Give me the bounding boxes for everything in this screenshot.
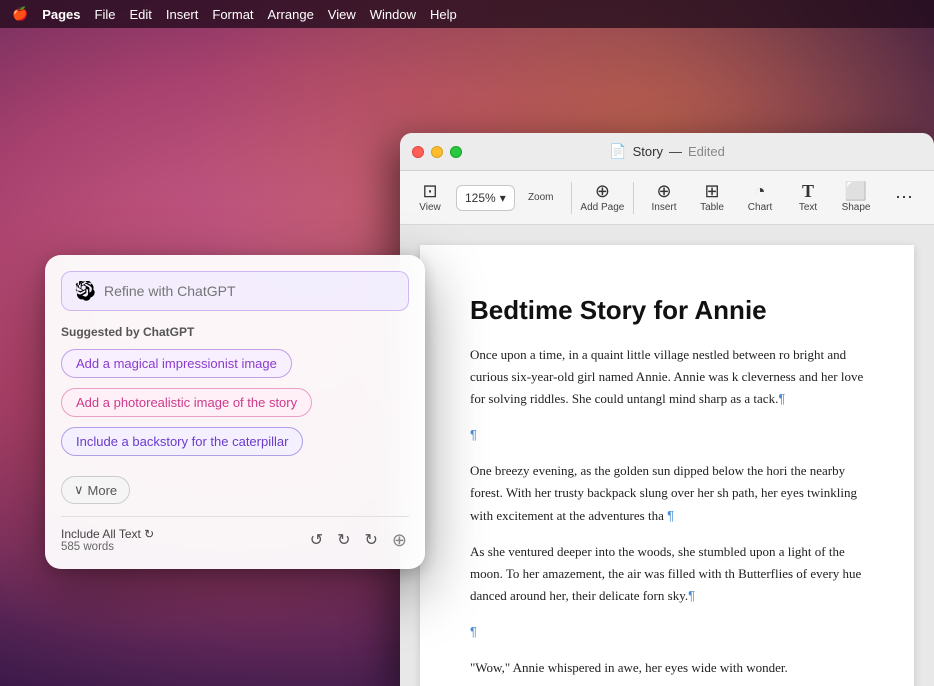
- table-icon: ⊞: [704, 182, 719, 200]
- window-titlebar: 📄 Story — Edited: [400, 133, 934, 171]
- zoom-control[interactable]: 125% ▾: [456, 185, 515, 211]
- undo-button[interactable]: ↺: [308, 528, 325, 552]
- panel-footer: Include All Text ↻ 585 words ↺ ↻ ↻ ⊕: [61, 516, 409, 553]
- text-label: Text: [799, 202, 817, 213]
- suggested-label: Suggested by ChatGPT: [61, 325, 409, 339]
- shape-icon: ⬜: [845, 182, 867, 200]
- apple-menu[interactable]: 🍎: [12, 6, 28, 22]
- footer-actions: ↺ ↻ ↻ ⊕: [308, 528, 409, 553]
- document-main-title: Bedtime Story for Annie: [470, 295, 864, 326]
- include-text-label: Include All Text ↻: [61, 527, 154, 541]
- document-title: Story: [633, 144, 663, 159]
- suggestion-photorealistic[interactable]: Add a photorealistic image of the story: [61, 388, 312, 417]
- more-label: More: [88, 483, 118, 498]
- toolbar-separator-2: [633, 182, 634, 214]
- window-title: 📄 Story — Edited: [609, 143, 725, 160]
- paragraph-break-2: ¶: [470, 621, 864, 643]
- view-icon: ⊡: [422, 182, 437, 200]
- footer-info: Include All Text ↻ 585 words: [61, 527, 154, 553]
- toolbar-view[interactable]: ⊡ View: [408, 178, 452, 217]
- zoom-chevron-icon: ▾: [500, 191, 506, 205]
- insert-icon: ⊕: [656, 182, 671, 200]
- menubar-view[interactable]: View: [328, 7, 356, 22]
- document-icon: 📄: [609, 143, 626, 160]
- add-page-label: Add Page: [580, 202, 624, 213]
- menubar-format[interactable]: Format: [212, 7, 253, 22]
- menubar-pages[interactable]: Pages: [42, 7, 80, 22]
- paragraph-3: As she ventured deeper into the woods, s…: [470, 541, 864, 607]
- chart-icon: ◔: [755, 182, 766, 200]
- document-content: Bedtime Story for Annie Once upon a time…: [400, 225, 934, 686]
- word-count: 585 words: [61, 541, 154, 553]
- toolbar-zoom-label: Zoom: [519, 188, 563, 207]
- menubar-edit[interactable]: Edit: [129, 7, 151, 22]
- edited-label: Edited: [688, 144, 725, 159]
- shape-label: Shape: [842, 202, 871, 213]
- toolbar-shape[interactable]: ⬜ Shape: [834, 178, 878, 217]
- toolbar-add-page[interactable]: ⊕ Add Page: [579, 178, 625, 217]
- table-label: Table: [700, 202, 724, 213]
- toolbar-separator-1: [571, 182, 572, 214]
- view-label: View: [419, 202, 441, 213]
- toolbar-insert[interactable]: ⊕ Insert: [642, 178, 686, 217]
- chatgpt-refine-input[interactable]: [104, 283, 396, 299]
- traffic-lights: [412, 146, 462, 158]
- toolbar-more[interactable]: ⋯: [882, 184, 926, 212]
- suggestion-magical-image[interactable]: Add a magical impressionist image: [61, 349, 292, 378]
- menubar-help[interactable]: Help: [430, 7, 457, 22]
- pages-window: 📄 Story — Edited ⊡ View 125% ▾ Zoom ⊕ Ad…: [400, 133, 934, 686]
- title-separator: —: [669, 144, 682, 159]
- menubar-file[interactable]: File: [95, 7, 116, 22]
- document-page: Bedtime Story for Annie Once upon a time…: [420, 245, 914, 686]
- menubar-window[interactable]: Window: [370, 7, 416, 22]
- redo-button[interactable]: ↻: [335, 528, 352, 552]
- toolbar-chart[interactable]: ◔ Chart: [738, 178, 782, 217]
- menubar-insert[interactable]: Insert: [166, 7, 199, 22]
- toolbar-text[interactable]: T Text: [786, 178, 830, 217]
- paragraph-break-1: ¶: [470, 424, 864, 446]
- chevron-down-icon: ∨: [74, 482, 84, 498]
- paragraph-2: One breezy evening, as the golden sun di…: [470, 460, 864, 526]
- refresh-button[interactable]: ↻: [363, 528, 380, 552]
- include-all-text[interactable]: Include All Text ↻: [61, 527, 154, 541]
- toolbar-table[interactable]: ⊞ Table: [690, 178, 734, 217]
- add-button[interactable]: ⊕: [390, 528, 409, 553]
- text-icon: T: [802, 182, 814, 200]
- menubar: 🍎 Pages File Edit Insert Format Arrange …: [0, 0, 934, 28]
- window-toolbar: ⊡ View 125% ▾ Zoom ⊕ Add Page ⊕ Insert ⊞…: [400, 171, 934, 225]
- fullscreen-button[interactable]: [450, 146, 462, 158]
- menubar-arrange[interactable]: Arrange: [268, 7, 314, 22]
- chart-label: Chart: [748, 202, 772, 213]
- chatgpt-refine-panel: Suggested by ChatGPT Add a magical impre…: [45, 255, 425, 569]
- chatgpt-icon: [74, 280, 96, 302]
- close-button[interactable]: [412, 146, 424, 158]
- more-suggestions-button[interactable]: ∨ More: [61, 476, 130, 504]
- suggestions-list: Add a magical impressionist image Add a …: [61, 349, 409, 464]
- paragraph-4: "Wow," Annie whispered in awe, her eyes …: [470, 657, 864, 679]
- zoom-label: Zoom: [528, 192, 554, 203]
- more-icon: ⋯: [895, 188, 913, 206]
- paragraph-1: Once upon a time, in a quaint little vil…: [470, 344, 864, 410]
- suggestion-backstory[interactable]: Include a backstory for the caterpillar: [61, 427, 303, 456]
- minimize-button[interactable]: [431, 146, 443, 158]
- chatgpt-input-row[interactable]: [61, 271, 409, 311]
- insert-label: Insert: [652, 202, 677, 213]
- zoom-value: 125%: [465, 191, 496, 205]
- add-page-icon: ⊕: [595, 182, 610, 200]
